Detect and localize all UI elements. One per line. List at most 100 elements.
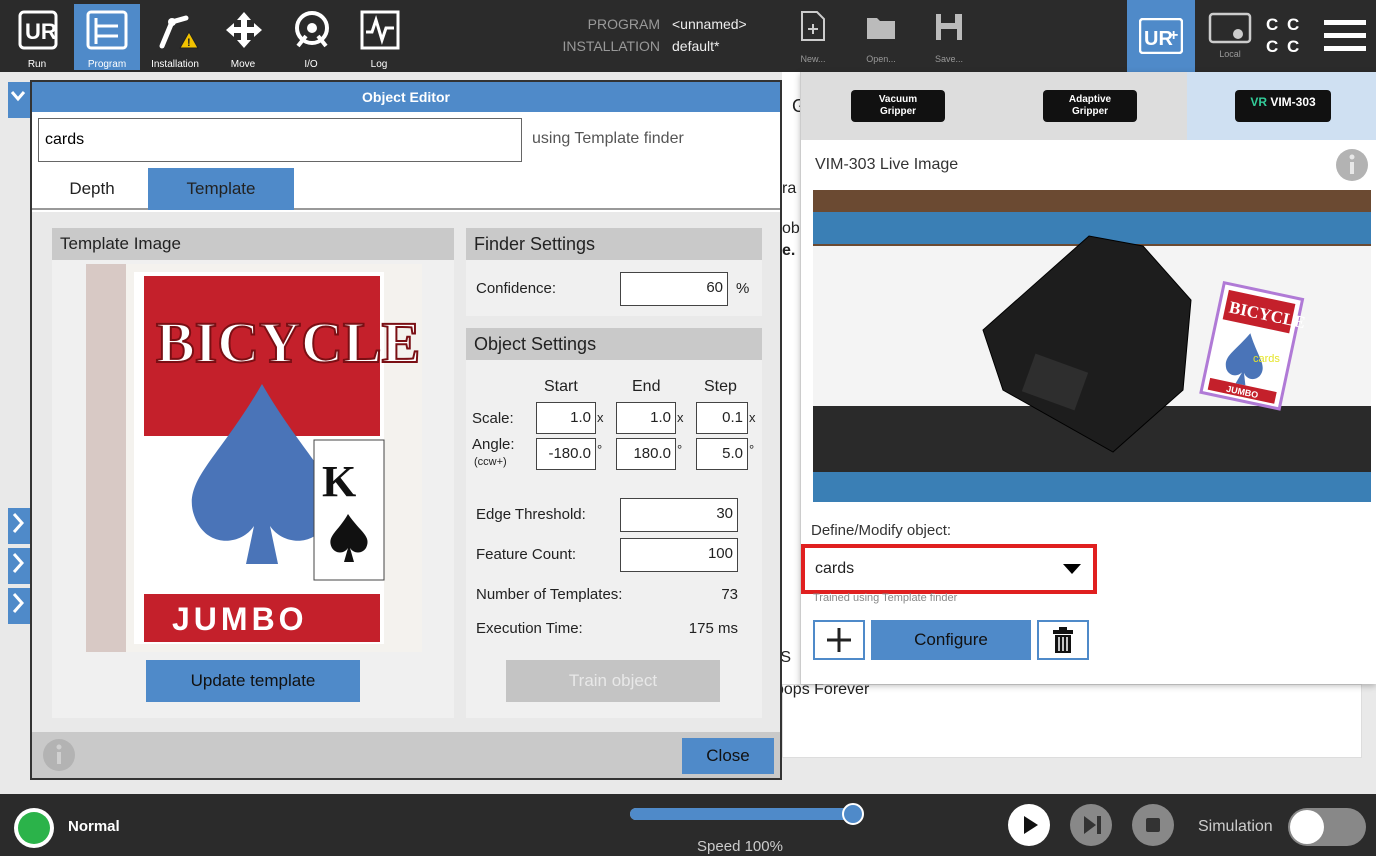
finder-note: using Template finder — [532, 130, 684, 147]
program-tree-node: e S oops Forever — [767, 649, 1362, 758]
speed-slider[interactable] — [630, 803, 864, 825]
vacuum-line2: Gripper — [879, 106, 917, 117]
exec-time-label: Execution Time: — [476, 620, 583, 637]
status-indicator[interactable] — [14, 808, 54, 848]
installation-caption: INSTALLATION — [520, 38, 660, 56]
svg-text:UR: UR — [25, 19, 57, 44]
camera-view: BICYCLE JUMBO cards — [813, 190, 1371, 502]
object-name-input[interactable] — [38, 118, 522, 162]
nav-installation-label: Installation — [151, 59, 199, 70]
detected-object-label: cards — [1253, 353, 1280, 365]
object-select[interactable]: cards — [809, 552, 1089, 586]
io-gauge-icon — [295, 11, 329, 48]
nav-installation[interactable]: ! Installation — [144, 4, 206, 70]
cc-line-2: C C — [1266, 37, 1302, 56]
update-template-button[interactable]: Update template — [146, 660, 360, 702]
play-icon — [1024, 816, 1038, 834]
nav-program[interactable]: Program — [74, 4, 140, 70]
speed-slider-handle[interactable] — [842, 803, 864, 825]
angle-end-input[interactable]: 180.0 — [616, 438, 676, 470]
tab-bar: Depth Template — [32, 166, 780, 210]
speed-label: Speed 100% — [697, 838, 783, 855]
bottom-status-bar: Normal Speed 100% Simulation — [0, 794, 1376, 856]
save-file-label: Save... — [934, 54, 963, 64]
configure-button[interactable]: Configure — [871, 620, 1031, 660]
finder-settings-title: Finder Settings — [466, 228, 762, 260]
object-editor-dialog: Object Editor using Template finder Dept… — [30, 80, 782, 780]
object-settings-panel: Object Settings Start End Step Scale: 1.… — [466, 328, 762, 718]
card-bottom-text: JUMBO — [172, 601, 308, 637]
card-brand-text: BICYCLE — [156, 310, 420, 375]
nav-move[interactable]: Move — [212, 4, 274, 70]
tab-vacuum-gripper[interactable]: Vacuum Gripper — [801, 72, 993, 140]
close-button[interactable]: Close — [682, 738, 774, 774]
train-object-button[interactable]: Train object — [506, 660, 720, 702]
template-image: BICYCLE K JUMBO — [86, 264, 422, 652]
object-select-value: cards — [815, 560, 855, 577]
vim-label: VIM-303 — [1270, 95, 1316, 109]
delete-object-button[interactable] — [1037, 620, 1089, 660]
new-file-button[interactable]: New... — [788, 6, 838, 66]
folder-icon — [867, 18, 895, 39]
program-caption: PROGRAM — [540, 16, 660, 34]
scale-step-input[interactable]: 0.1 — [696, 402, 748, 434]
trash-icon — [1053, 627, 1073, 653]
simulation-toggle[interactable] — [1288, 808, 1366, 846]
local-control-button[interactable]: Local — [1202, 8, 1258, 68]
col-end: End — [632, 378, 661, 395]
confidence-unit: % — [736, 280, 750, 297]
info-icon[interactable] — [42, 738, 76, 772]
scale-start-input[interactable]: 1.0 — [536, 402, 596, 434]
log-graph-icon — [360, 10, 400, 50]
feature-count-input[interactable]: 100 — [620, 538, 738, 572]
info-icon[interactable] — [1335, 148, 1369, 182]
expand-tab-2[interactable] — [8, 548, 30, 584]
installation-label: INSTALLATION — [562, 38, 660, 54]
stop-button[interactable] — [1132, 804, 1174, 846]
angle-step-input[interactable]: 5.0 — [696, 438, 748, 470]
tab-adaptive-gripper[interactable]: Adaptive Gripper — [993, 72, 1187, 140]
chevron-down-icon — [10, 91, 26, 102]
tab-depth[interactable]: Depth — [36, 168, 148, 210]
svg-text:!: ! — [187, 37, 191, 49]
nav-io[interactable]: I/O — [280, 4, 342, 70]
expand-tab-1[interactable] — [8, 508, 30, 544]
tab-template[interactable]: Template — [148, 168, 294, 210]
program-tree-icon — [86, 10, 128, 50]
edge-threshold-input[interactable]: 30 — [620, 498, 738, 532]
dialog-footer: Close — [32, 732, 780, 778]
angle-sub-label: (ccw+) — [474, 456, 507, 468]
chevron-right-icon — [12, 513, 25, 533]
add-object-button[interactable] — [813, 620, 865, 660]
nav-log[interactable]: Log — [348, 4, 410, 70]
template-image-title: Template Image — [52, 228, 454, 260]
nav-run[interactable]: UR Run — [6, 4, 68, 70]
collapse-tab[interactable] — [8, 82, 30, 118]
confidence-input[interactable]: 60 — [620, 272, 728, 306]
col-start: Start — [544, 378, 578, 395]
step-button[interactable] — [1070, 804, 1112, 846]
expand-tab-3[interactable] — [8, 588, 30, 624]
top-toolbar: UR Run Program ! Installation Move I/O L… — [0, 0, 1376, 72]
urcap-button[interactable]: UR + — [1127, 0, 1195, 72]
play-button[interactable] — [1008, 804, 1050, 846]
adaptive-line2: Gripper — [1071, 106, 1109, 117]
program-name: <unnamed> — [672, 16, 747, 32]
open-file-button[interactable]: Open... — [856, 6, 906, 66]
new-file-label: New... — [800, 54, 826, 64]
scale-end-unit: x — [677, 410, 684, 425]
angle-start-input[interactable]: -180.0 — [536, 438, 596, 470]
scale-end-input[interactable]: 1.0 — [616, 402, 676, 434]
save-file-button[interactable]: Save... — [924, 6, 974, 66]
open-file-label: Open... — [866, 54, 896, 64]
vacuum-line1: Vacuum — [878, 94, 918, 105]
installation-name: default* — [672, 38, 720, 54]
frag-ob: ob — [782, 220, 800, 237]
angle-start-unit: ° — [597, 442, 603, 457]
tab-vim-303[interactable]: VR VIM-303 — [1187, 72, 1376, 140]
program-tree-strip: G ra ob e. — [782, 72, 806, 712]
hamburger-menu-button[interactable] — [1324, 18, 1366, 57]
speed-slider-fill — [630, 808, 860, 820]
define-object-label: Define/Modify object: — [811, 522, 952, 539]
simulation-toggle-knob — [1290, 810, 1324, 844]
